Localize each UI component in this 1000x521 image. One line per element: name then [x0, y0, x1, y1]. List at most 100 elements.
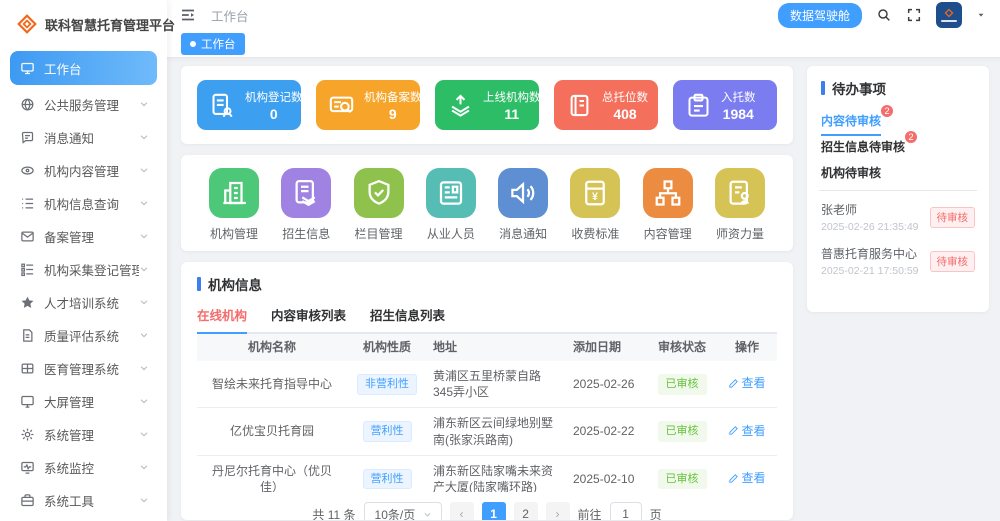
grid-icon [20, 361, 35, 376]
quick-link-notifications[interactable]: 消息通知 [494, 168, 552, 242]
tab-org-pending[interactable]: 机构待审核 [821, 162, 881, 188]
tag-workbench[interactable]: 工作台 [181, 33, 245, 55]
chevron-down-icon [139, 363, 149, 373]
edit-icon [728, 425, 739, 436]
todo-timestamp: 2025-02-21 17:50:59 [821, 265, 919, 277]
quick-link-teaching-staff[interactable]: 师资力量 [711, 168, 769, 242]
chevron-down-icon [139, 132, 149, 142]
quick-link-column-management[interactable]: 栏目管理 [350, 168, 408, 242]
goto-label-suffix: 页 [650, 506, 662, 521]
breadcrumb[interactable]: 工作台 [211, 6, 249, 25]
quick-link-fee-standards[interactable]: ¥ 收费标准 [566, 168, 624, 242]
mail-icon [20, 229, 35, 244]
sidebar-item-org-query[interactable]: 机构信息查询 [10, 187, 157, 219]
sidebar-item-system-admin[interactable]: 系统管理 [10, 418, 157, 450]
sidebar-item-collection[interactable]: 机构采集登记管理 [10, 253, 157, 285]
chevron-down-icon [139, 198, 149, 208]
shield-check-icon [364, 178, 394, 208]
page-size-select[interactable]: 10条/页 [364, 502, 442, 520]
status-badge: 已审核 [658, 421, 707, 442]
pending-badge: 待审核 [930, 251, 976, 272]
stat-label: 上线机构数 [483, 89, 541, 105]
prev-page-button[interactable]: ‹ [450, 502, 474, 520]
stat-label: 入托数 [721, 89, 756, 105]
quick-link-content-management[interactable]: 内容管理 [639, 168, 697, 242]
tab-content-review-list[interactable]: 内容审核列表 [271, 305, 346, 332]
screen-icon [20, 394, 35, 409]
page-button-1[interactable]: 1 [482, 502, 506, 520]
tags-bar: 工作台 [167, 30, 1000, 58]
table-row[interactable]: 丹尼尔托育中心（优贝佳） 营利性 浦东新区陆家嘴未来资产大厦(陆家嘴环路) 20… [197, 456, 777, 492]
org-type-badge: 营利性 [363, 421, 412, 442]
next-page-button[interactable]: › [546, 502, 570, 520]
view-link[interactable]: 查看 [728, 375, 765, 391]
tab-online-orgs[interactable]: 在线机构 [197, 305, 247, 332]
status-badge: 已审核 [658, 469, 707, 490]
sidebar-item-big-screen[interactable]: 大屏管理 [10, 385, 157, 417]
stat-card-slots[interactable]: 总托位数 408 [554, 80, 658, 130]
todo-column: 待办事项 内容待审核 2 招生信息待审核 2 机构待审核 [807, 66, 989, 521]
todo-item[interactable]: 普惠托育服务中心 2025-02-21 17:50:59 待审核 [821, 245, 975, 277]
view-link[interactable]: 查看 [728, 423, 765, 439]
sidebar-item-talent-training[interactable]: 人才培训系统 [10, 286, 157, 318]
building-icon [219, 178, 249, 208]
sidebar-item-notifications[interactable]: 消息通知 [10, 121, 157, 153]
sidebar-item-org-content[interactable]: 机构内容管理 [10, 154, 157, 186]
total-count: 共 11 条 [312, 506, 355, 521]
table-header-row: 机构名称 机构性质 地址 添加日期 审核状态 操作 [197, 334, 777, 361]
user-avatar[interactable] [936, 2, 962, 28]
org-address: 黄浦区五里桥蒙自路345弄小区 [427, 368, 567, 400]
stat-value: 1984 [723, 106, 754, 122]
quick-link-practitioners[interactable]: 从业人员 [422, 168, 480, 242]
table-row[interactable]: 亿优宝贝托育园 营利性 浦东新区云间绿地别墅南(张家浜路南) 2025-02-2… [197, 408, 777, 455]
org-info-tabs: 在线机构 内容审核列表 招生信息列表 [197, 305, 777, 334]
main-column: 机构登记数 0 机构备案数 9 上线机构 [181, 66, 793, 521]
sidebar-item-system-monitor[interactable]: 系统监控 [10, 451, 157, 483]
stat-card-online[interactable]: 上线机构数 11 [435, 80, 539, 130]
todo-item[interactable]: 张老师 2025-02-26 21:35:49 待审核 [821, 201, 975, 233]
org-date: 2025-02-26 [567, 376, 647, 392]
page-button-2[interactable]: 2 [514, 502, 538, 520]
sidebar-item-public-service[interactable]: 公共服务管理 [10, 88, 157, 120]
quick-link-enrollment-info[interactable]: 招生信息 [277, 168, 335, 242]
page-jump-input[interactable] [610, 502, 642, 520]
pending-badge: 待审核 [930, 207, 976, 228]
stat-value: 9 [389, 106, 397, 122]
divider [819, 190, 977, 191]
upload-stack-icon [447, 92, 474, 119]
sidebar-item-system-tools[interactable]: 系统工具 [10, 484, 157, 516]
chevron-down-icon [139, 462, 149, 472]
org-name: 亿优宝贝托育园 [197, 423, 347, 439]
title-accent-bar [197, 277, 201, 291]
tag-active-dot [190, 41, 196, 47]
stat-card-enrolled[interactable]: 入托数 1984 [673, 80, 777, 130]
chevron-down-icon [139, 297, 149, 307]
sidebar-item-workbench[interactable]: 工作台 [10, 51, 157, 85]
star-icon [20, 295, 35, 310]
todo-name: 普惠托育服务中心 [821, 245, 919, 262]
user-menu-caret-icon[interactable] [976, 10, 986, 20]
org-date: 2025-02-22 [567, 423, 647, 439]
tab-enrollment-info-list[interactable]: 招生信息列表 [370, 305, 445, 332]
quick-link-org-management[interactable]: 机构管理 [205, 168, 263, 242]
sidebar-collapse-icon[interactable] [179, 6, 197, 24]
view-link[interactable]: 查看 [728, 470, 765, 486]
stat-card-registered[interactable]: 机构登记数 0 [197, 80, 301, 130]
sidebar-item-medical-care[interactable]: 医育管理系统 [10, 352, 157, 384]
tab-content-pending[interactable]: 内容待审核 2 [821, 110, 881, 136]
sidebar-item-filing[interactable]: 备案管理 [10, 220, 157, 252]
count-badge: 2 [904, 130, 918, 144]
todo-timestamp: 2025-02-26 21:35:49 [821, 221, 919, 233]
table-row[interactable]: 智绘未来托育指导中心 非营利性 黄浦区五里桥蒙自路345弄小区 2025-02-… [197, 361, 777, 408]
stat-card-filed[interactable]: 机构备案数 9 [316, 80, 420, 130]
data-cockpit-button[interactable]: 数据驾驶舱 [778, 3, 862, 28]
fullscreen-icon[interactable] [906, 7, 922, 23]
org-address: 浦东新区云间绿地别墅南(张家浜路南) [427, 415, 567, 447]
search-icon[interactable] [876, 7, 892, 23]
tab-enrollment-pending[interactable]: 招生信息待审核 2 [821, 136, 905, 162]
pagination: 共 11 条 10条/页 ‹ 1 2 › 前往 页 [197, 492, 777, 520]
todo-name: 张老师 [821, 201, 919, 218]
topbar-actions: 数据驾驶舱 [778, 2, 986, 28]
stats-panel: 机构登记数 0 机构备案数 9 上线机构 [181, 66, 793, 144]
sidebar-item-quality-eval[interactable]: 质量评估系统 [10, 319, 157, 351]
